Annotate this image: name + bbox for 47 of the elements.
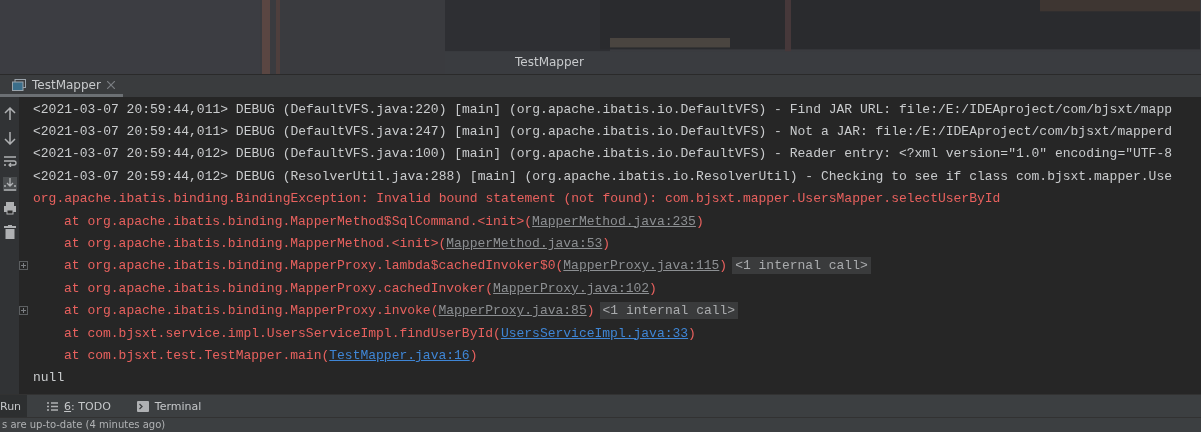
close-icon[interactable]	[106, 80, 115, 89]
paren: )	[602, 236, 611, 252]
log-line: <2021-03-07 20:59:44,012> DEBUG (DefaultVFS.java:100) [main] (org.apache.ibatis.io.DefaultVFS) - Reader entry: <?xml version="1.0" encoding="UTF-8	[33, 146, 1172, 162]
print-icon[interactable]	[2, 201, 17, 215]
log-line: <2021-03-07 20:59:44,012> DEBUG (ResolverUtil.java:288) [main] (org.apache.ibatis.io.ResolverUtil) - Checking to see if class com.bjsxt.mapper.Use	[33, 168, 1172, 184]
arrow-down-icon[interactable]	[3, 131, 16, 145]
source-link[interactable]: MapperProxy.java:115	[563, 258, 720, 274]
paren: )	[695, 213, 704, 229]
log-line: <2021-03-07 20:59:44,011> DEBUG (DefaultVFS.java:247) [main] (org.apache.ibatis.io.DefaultVFS) - Not a JAR: file:/E:/IDEAproject/com/bjsxt/mapperd	[33, 124, 1172, 140]
output-line: null	[33, 370, 65, 386]
stack-frame: at org.apache.ibatis.binding.MapperProxy.lambda$cachedInvoker$0(	[33, 258, 564, 274]
paren: )	[649, 280, 657, 296]
source-link[interactable]: MapperProxy.java:85	[438, 303, 587, 319]
source-link[interactable]: MapperProxy.java:102	[493, 280, 650, 296]
source-link[interactable]: MapperMethod.java:53	[446, 236, 603, 252]
source-link[interactable]: UsersServiceImpl.java:33	[500, 325, 689, 341]
paren: )	[719, 258, 728, 274]
stack-frame: at com.bjsxt.service.impl.UsersServiceImpl.findUserById(	[33, 325, 501, 341]
expand-icon[interactable]	[19, 306, 28, 316]
stack-frame: at org.apache.ibatis.binding.MapperMethod.<init>(	[33, 236, 447, 252]
stack-frame: at org.apache.ibatis.binding.MapperProxy.cachedInvoker(	[33, 280, 494, 296]
exception-line: org.apache.ibatis.binding.BindingException: Invalid bound statement (not found): com.bjsxt.mapper.UsersMapper.selectUserById	[33, 191, 1001, 207]
folded-calls[interactable]: <1 internal call>	[599, 302, 739, 320]
console-window-icon	[12, 78, 26, 91]
stack-frame: at org.apache.ibatis.binding.MapperProxy.invoke(	[33, 303, 439, 319]
folded-calls[interactable]: <1 internal call>	[732, 257, 871, 275]
arrow-up-icon[interactable]	[3, 107, 16, 121]
soft-wrap-icon[interactable]	[2, 155, 17, 167]
expand-icon[interactable]	[19, 261, 28, 271]
tab-label: TestMapper	[32, 77, 101, 92]
tool-window-tab[interactable]: Terminal	[136, 395, 208, 417]
paren: )	[586, 303, 595, 319]
tool-window-tab[interactable]: 6: TODO	[47, 395, 117, 417]
paren: )	[688, 325, 696, 341]
scroll-to-end-icon[interactable]	[2, 177, 17, 191]
paren: )	[469, 348, 478, 363]
log-line: <2021-03-07 20:59:44,011> DEBUG (DefaultVFS.java:220) [main] (org.apache.ibatis.io.DefaultVFS) - Find JAR URL: file:/E:/IDEAproject/com/bjsxt/mapp	[33, 101, 1172, 117]
tool-window-tab[interactable]: Run	[0, 395, 28, 417]
status-text: s are up-to-date (4 minutes ago)	[2, 419, 166, 430]
stack-frame: at com.bjsxt.test.TestMapper.main(	[33, 348, 330, 363]
window-title: TestMapper	[515, 55, 584, 69]
trash-icon[interactable]	[3, 225, 16, 239]
stack-frame: at org.apache.ibatis.binding.MapperMethod$SqlCommand.<init>(	[33, 213, 533, 229]
terminal-icon	[136, 400, 149, 412]
source-link[interactable]: MapperMethod.java:235	[532, 213, 696, 229]
source-link[interactable]: TestMapper.java:16	[329, 348, 470, 363]
list-icon	[47, 401, 59, 411]
